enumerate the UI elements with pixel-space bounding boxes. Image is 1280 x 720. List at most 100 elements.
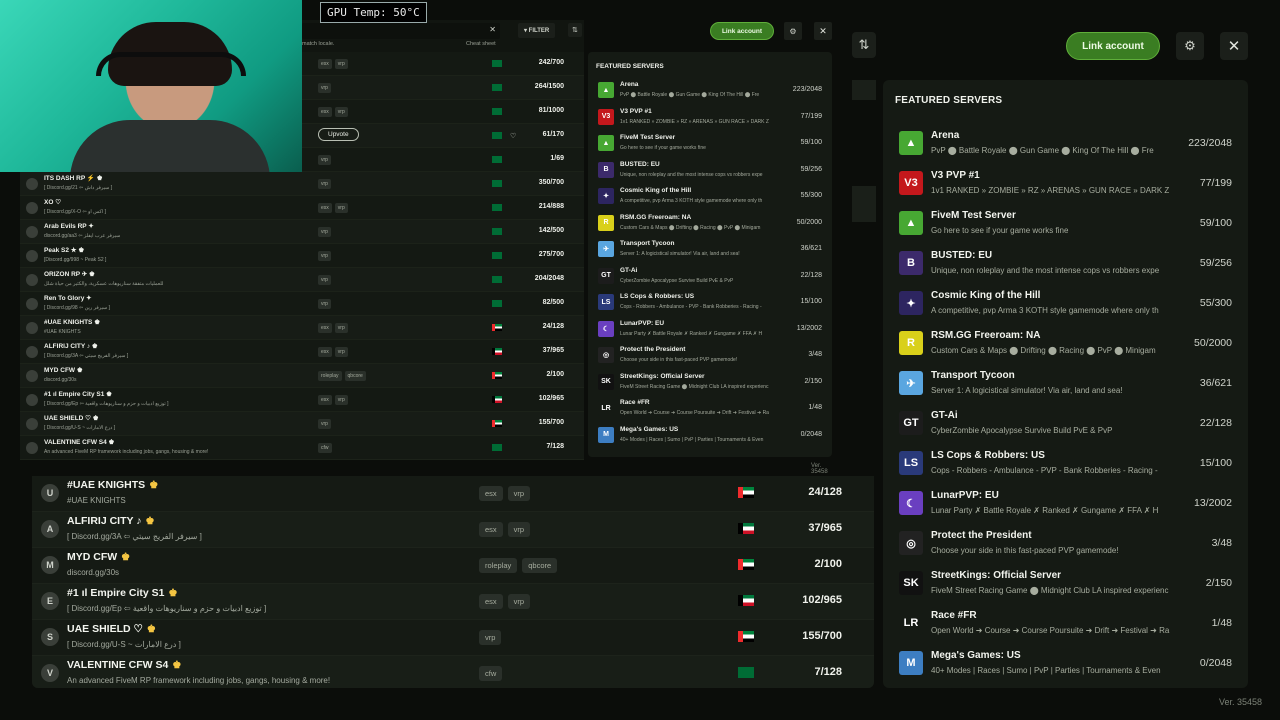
featured-server-count: 55/300 <box>800 192 822 199</box>
featured-server-row[interactable]: LS LS Cops & Robbers: US Cops - Robbers - … <box>883 442 1248 482</box>
featured-server-name: Transport Tycoon <box>931 370 1015 381</box>
featured-servers-panel: FEATURED SERVERS ▲ Arena PvP ⬤ Battle Roya… <box>883 80 1248 688</box>
overlay-featured-row[interactable]: LS LS Cops & Robbers: US Cops - Robbers - … <box>588 289 832 315</box>
featured-server-row[interactable]: ✈ Transport Tycoon Server 1: A logicistica… <box>883 362 1248 402</box>
overlay-server-row[interactable]: ORIZON RP ✈ ♚ للعمليات متفقة سناريوهات عس… <box>20 268 584 292</box>
overlay-server-row[interactable]: Arab Evils RP ✦ discord.gg/aa3 ⇦ سيرفر عر… <box>20 220 584 244</box>
featured-server-row[interactable]: ▲ FiveM Test Server Go here to see if your… <box>883 202 1248 242</box>
overlay-featured-row[interactable]: LR Race #FR Open World ➜ Course ➜ Course P… <box>588 395 832 421</box>
server-row[interactable]: E #1 ıl Empire City S1 ♚ [ Discord.gg/Ep ⇦ … <box>32 584 874 620</box>
overlay-search-input[interactable]: ✕ <box>302 23 500 39</box>
featured-server-row[interactable]: V3 V3 PVP #1 1v1 RANKED » ZOMBIE » RZ » AR… <box>883 162 1248 202</box>
server-icon: A <box>41 520 59 538</box>
featured-server-row[interactable]: ☾ LunarPVP: EU Lunar Party ✗ Battle Royale… <box>883 482 1248 522</box>
overlay-server-row[interactable]: #1 ıl Empire City S1 ♚ [ Discord.gg/Ep ⇦ … <box>20 388 584 412</box>
server-tag: roleplay <box>318 371 342 381</box>
featured-server-count: 223/2048 <box>792 86 822 93</box>
country-flag-icon <box>738 523 754 534</box>
server-tag: vrp <box>318 227 331 237</box>
server-tag: vrp <box>334 347 348 357</box>
featured-server-row[interactable]: B BUSTED: EU Unique, non roleplay and the … <box>883 242 1248 282</box>
overlay-server-row[interactable]: ALFIRIJ CITY ♪ ♚ [ Discord.gg/3A ⇦ سيرفر … <box>20 340 584 364</box>
server-tags: roleplay qbcore <box>318 371 366 381</box>
featured-server-desc: Go here to see if your game works fine <box>620 145 706 151</box>
player-count: 61/170 <box>542 131 564 138</box>
player-count: 24/128 <box>542 323 564 330</box>
server-row[interactable]: V VALENTINE CFW S4 ♚ An advanced FiveM RP f… <box>32 656 874 688</box>
cheat-sheet-link[interactable]: Cheat sheet <box>466 41 496 47</box>
server-tag: esx <box>318 323 332 333</box>
server-row[interactable]: M MYD CFW ♚ discord.gg/30s roleplay qbcore 2/1… <box>32 548 874 584</box>
featured-server-row[interactable]: ◎ Protect the President Choose your side i… <box>883 522 1248 562</box>
overlay-close-icon[interactable]: ✕ <box>814 22 832 40</box>
player-count: 37/965 <box>808 522 842 534</box>
clear-search-icon[interactable]: ✕ <box>489 25 496 34</box>
featured-server-desc: Server 1: A logicistical simulator! Via … <box>931 386 1123 395</box>
overlay-server-row[interactable]: XO ♡ [ Discord.gg/X-O ⇦ اكس او ] esx vrp 214… <box>20 196 584 220</box>
filter-button[interactable]: ▾ FILTER <box>518 23 556 38</box>
server-name: ITS DASH RP ⚡ ♚ <box>44 175 103 182</box>
featured-server-row[interactable]: ▲ Arena PvP ⬤ Battle Royale ⬤ Gun Game ⬤ K… <box>883 122 1248 162</box>
sort-button[interactable]: ⇅ <box>852 32 876 58</box>
overlay-featured-row[interactable]: ◎ Protect the President Choose your side i… <box>588 342 832 368</box>
overlay-featured-row[interactable]: M Mega's Games: US 40+ Modes | Races | Sum… <box>588 422 832 448</box>
player-count: 204/2048 <box>534 275 564 282</box>
overlay-server-row[interactable]: #UAE KNIGHTS ♚ #UAE KNIGHTS esx vrp 24/128 <box>20 316 584 340</box>
version-label: Ver. 35458 <box>1219 697 1263 707</box>
upvote-button[interactable]: Upvote <box>318 128 359 141</box>
server-tag: cfw <box>479 666 503 681</box>
server-tags: esx vrp <box>479 522 531 537</box>
overlay-server-row[interactable]: UAE SHIELD ♡ ♚ [ Discord.gg/U-S ~ درع الا… <box>20 412 584 436</box>
featured-server-row[interactable]: M Mega's Games: US 40+ Modes | Races | Sum… <box>883 642 1248 682</box>
featured-server-row[interactable]: LR Race #FR Open World ➜ Course ➜ Course P… <box>883 602 1248 642</box>
overlay-server-row[interactable]: MYD CFW ♚ discord.gg/30s roleplay qbcore 2/1… <box>20 364 584 388</box>
featured-server-row[interactable]: SK StreetKings: Official Server FiveM Stre… <box>883 562 1248 602</box>
featured-server-desc: Unique, non roleplay and the most intens… <box>620 171 763 178</box>
link-account-button[interactable]: Link account <box>1066 32 1160 60</box>
overlay-server-row[interactable]: VALENTINE CFW S4 ♚ An advanced FiveM RP f… <box>20 436 584 460</box>
featured-server-row[interactable]: R RSM.GG Freeroam: NA Custom Cars & Maps ⬤… <box>883 322 1248 362</box>
server-tag: esx <box>479 486 503 501</box>
server-name-text: VALENTINE CFW S4 <box>67 659 169 671</box>
overlay-featured-row[interactable]: SK StreetKings: Official Server FiveM Stre… <box>588 369 832 395</box>
featured-server-name: Protect the President <box>620 346 686 353</box>
server-icon <box>26 202 38 214</box>
overlay-featured-row[interactable]: V3 V3 PVP #1 1v1 RANKED » ZOMBIE » RZ » AR… <box>588 104 832 130</box>
server-row[interactable]: S UAE SHIELD ♡ ♚ [ Discord.gg/U-S ~ درع الا… <box>32 620 874 656</box>
featured-server-row[interactable]: ✦ Cosmic King of the Hill A competitive, p… <box>883 282 1248 322</box>
gpu-temp-readout: GPU Temp: 50°C <box>320 2 427 23</box>
settings-button[interactable]: ⚙ <box>1176 32 1204 60</box>
country-flag-icon <box>492 372 502 379</box>
overlay-featured-row[interactable]: ▲ Arena PvP ⬤ Battle Royale ⬤ Gun Game ⬤ K… <box>588 77 832 103</box>
country-flag-icon <box>492 84 502 91</box>
server-logo-icon: SK <box>899 571 923 595</box>
featured-server-row[interactable]: GT GT-Ai CyberZombie Apocalypse Survive Bu… <box>883 402 1248 442</box>
server-name-text: MYD CFW <box>67 551 118 563</box>
server-logo-icon: ☾ <box>598 320 614 337</box>
overlay-gear-icon[interactable]: ⚙ <box>784 22 802 40</box>
overlay-featured-row[interactable]: ✦ Cosmic King of the Hill A competitive, p… <box>588 183 832 209</box>
crown-icon: ♚ <box>121 552 131 563</box>
overlay-featured-row[interactable]: ☾ LunarPVP: EU Lunar Party ✗ Battle Royale… <box>588 316 832 342</box>
overlay-featured-row[interactable]: ✈ Transport Tycoon Server 1: A logicistica… <box>588 236 832 262</box>
server-icon <box>26 346 38 358</box>
server-row[interactable]: A ALFIRIJ CITY ♪ ♚ [ Discord.gg/3A ⇦ سيرفر … <box>32 512 874 548</box>
overlay-server-row[interactable]: ITS DASH RP ⚡ ♚ [ Discord.gg/21 ⇦ سيرفر د… <box>20 172 584 196</box>
country-flag-icon <box>492 132 502 139</box>
server-tags: vrp <box>318 275 331 285</box>
server-logo-icon: LS <box>899 451 923 475</box>
server-row[interactable]: U #UAE KNIGHTS ♚ #UAE KNIGHTS esx vrp 24/128 <box>32 476 874 512</box>
overlay-featured-row[interactable]: R RSM.GG Freeroam: NA Custom Cars & Maps ⬤… <box>588 210 832 236</box>
overlay-server-row[interactable]: Ren To Glory ✦ [ Discord.gg/98 ⇦ سيرفر ري… <box>20 292 584 316</box>
featured-server-count: 36/621 <box>800 245 822 252</box>
overlay-server-row[interactable]: Peak S2 ★ ♚ [Discord.gg/998 ~ Peak S2 ] vr… <box>20 244 584 268</box>
overlay-featured-row[interactable]: B BUSTED: EU Unique, non roleplay and the … <box>588 157 832 183</box>
close-button[interactable]: ✕ <box>1220 32 1248 60</box>
server-name: VALENTINE CFW S4 ♚ <box>67 659 181 671</box>
overlay-featured-row[interactable]: ▲ FiveM Test Server Go here to see if your… <box>588 130 832 156</box>
overlay-link-account-button[interactable]: Link account <box>710 22 774 40</box>
overlay-sort-button[interactable]: ⇅ <box>568 23 582 37</box>
country-flag-icon <box>492 252 502 259</box>
overlay-featured-row[interactable]: GT GT-Ai CyberZombie Apocalypse Survive Bu… <box>588 263 832 289</box>
featured-server-count: 59/100 <box>800 139 822 146</box>
